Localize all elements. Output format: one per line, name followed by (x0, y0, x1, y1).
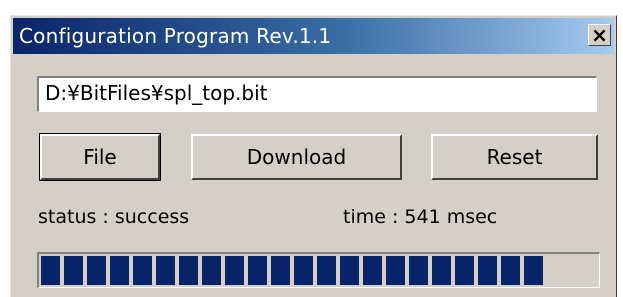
progress-block (294, 256, 313, 285)
progress-fill (41, 256, 597, 285)
download-button[interactable]: Download (191, 134, 402, 180)
progress-block (133, 256, 152, 285)
progress-block (409, 256, 428, 285)
progress-block (432, 256, 451, 285)
progress-block (248, 256, 267, 285)
file-path-input[interactable]: D:¥BitFiles¥spl_top.bit (37, 76, 597, 112)
window-title: Configuration Program Rev.1.1 (19, 24, 332, 48)
close-icon: × (591, 23, 608, 47)
file-button-label: File (83, 145, 117, 169)
file-button[interactable]: File (39, 133, 161, 181)
progress-block (478, 256, 497, 285)
progress-block (110, 256, 129, 285)
progress-block (386, 256, 405, 285)
progress-block (156, 256, 175, 285)
progress-block (271, 256, 290, 285)
config-program-window: Configuration Program Rev.1.1 × D:¥BitFi… (10, 15, 617, 297)
close-button[interactable]: × (588, 24, 611, 46)
progress-bar (37, 252, 600, 288)
progress-block (317, 256, 336, 285)
progress-block (225, 256, 244, 285)
progress-block (87, 256, 106, 285)
status-label: status : success (38, 206, 190, 228)
progress-block (179, 256, 198, 285)
download-button-label: Download (246, 145, 347, 169)
progress-block (340, 256, 359, 285)
progress-block (455, 256, 474, 285)
reset-button[interactable]: Reset (431, 134, 598, 180)
reset-button-label: Reset (486, 145, 543, 169)
progress-block (202, 256, 221, 285)
progress-block (524, 256, 543, 285)
title-bar[interactable]: Configuration Program Rev.1.1 × (13, 18, 614, 54)
progress-block (41, 256, 60, 285)
progress-block (363, 256, 382, 285)
time-label: time : 541 msec (343, 206, 498, 228)
progress-block (501, 256, 520, 285)
progress-block (64, 256, 83, 285)
